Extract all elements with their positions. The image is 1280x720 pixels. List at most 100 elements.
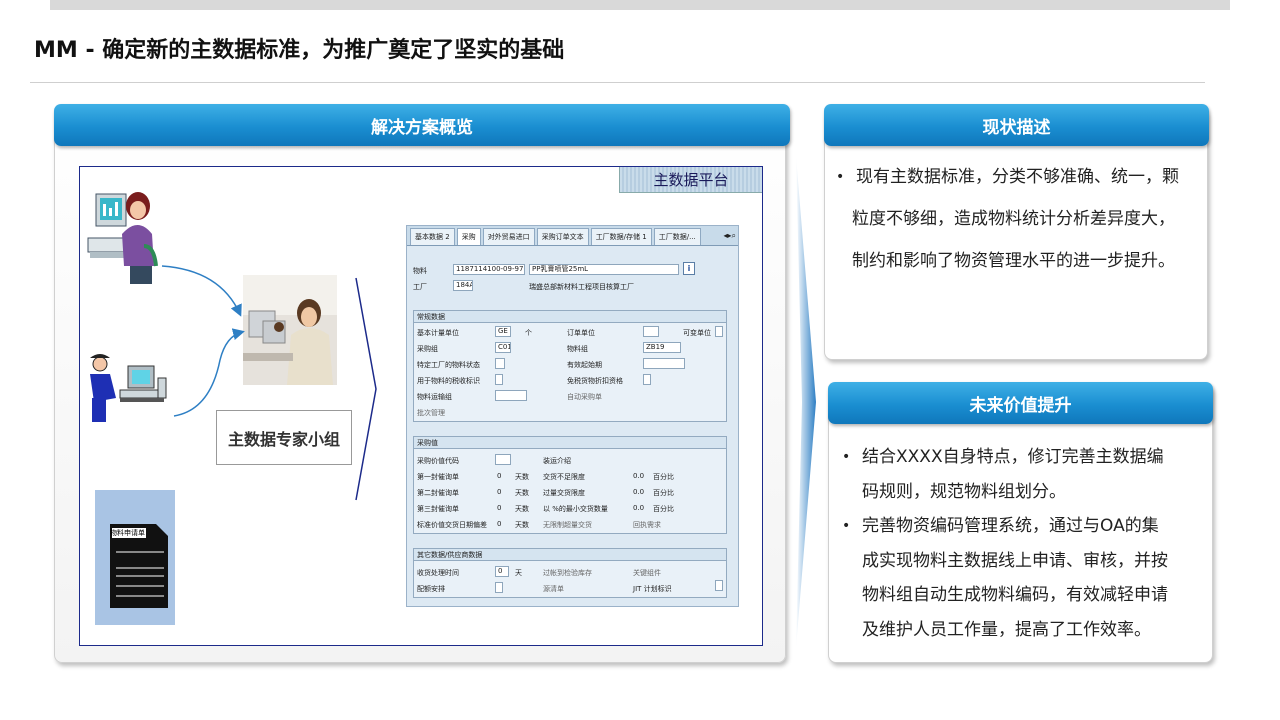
under-tol-value: 0.0 — [633, 472, 645, 480]
min-qty-label: 以 %的最小交货数量 — [543, 505, 608, 513]
office-photo — [243, 275, 337, 385]
form-title: 物料申请单 — [110, 529, 145, 537]
reminder1-label: 第一封催询单 — [417, 473, 459, 481]
value-key-field[interactable] — [495, 454, 511, 465]
mat-group-field[interactable]: ZB19 — [643, 342, 681, 353]
bracket-arrow — [355, 277, 377, 501]
future-b1-line-2: 码规则，规范物料组划分。 — [862, 481, 1066, 502]
info-icon[interactable]: i — [683, 262, 695, 275]
over-tol-unit: 百分比 — [653, 489, 674, 497]
valid-from-label: 有效起始期 — [567, 361, 602, 369]
flow-arrows — [161, 265, 245, 417]
future-bullet-1: • 结合XXXX自身特点，修订完善主数据编 码规则，规范物料组划分。 — [838, 440, 1208, 509]
future-b1-line-1: 结合XXXX自身特点，修订完善主数据编 — [862, 447, 1164, 467]
over-tol-label: 过量交货限度 — [543, 489, 585, 497]
freight-group-field[interactable] — [495, 390, 527, 401]
plant-field[interactable]: 184A — [453, 280, 473, 291]
title-divider — [30, 82, 1205, 83]
reminder2-unit: 天数 — [515, 489, 529, 497]
sap-tab-plant-storage1[interactable]: 工厂数据/存储 1 — [590, 228, 652, 245]
tab-nav-arrows-icon[interactable]: ◂▸⌕ — [723, 231, 736, 241]
status-header: 现状描述 — [824, 104, 1209, 146]
reminder2-label: 第二封催询单 — [417, 489, 459, 497]
page-title: MM - 确定新的主数据标准，为推广奠定了坚实的基础 — [34, 38, 565, 63]
general-data-title: 常规数据 — [414, 311, 726, 323]
reminder2-value: 0 — [497, 488, 502, 496]
unlimited-over-checkbox[interactable]: 无限制超量交货 — [543, 520, 592, 530]
var-unit-label: 可变单位 — [683, 329, 711, 337]
sap-tab-strip: 基本数据 2 采购 对外贸易进口 采购订单文本 工厂数据/存储 1 工厂数据/.… — [407, 226, 738, 246]
post-insp-checkbox[interactable]: 过帐到检验库存 — [543, 568, 592, 578]
gr-time-unit: 天 — [515, 569, 522, 577]
future-bullet-list: • 结合XXXX自身特点，修订完善主数据编 码规则，规范物料组划分。 • 完善物… — [838, 440, 1208, 647]
mat-group-label: 物料组 — [567, 345, 588, 353]
future-b2-line-1: 完善物资编码管理系统，通过与OA的集 — [862, 516, 1159, 536]
under-tol-label: 交货不足限度 — [543, 473, 585, 481]
var-unit-field[interactable] — [715, 326, 723, 337]
future-b2-line-3: 物料组自动生成物料编码，有效减轻申请 — [862, 585, 1168, 605]
batch-mgmt-checkbox[interactable]: 批次管理 — [417, 408, 445, 418]
ack-req-checkbox[interactable]: 回执需求 — [633, 520, 661, 530]
quota-field[interactable] — [495, 582, 503, 593]
status-line-3: 制约和影响了物资管理水平的进一步提升。 — [852, 251, 1175, 271]
base-unit-label: 基本计量单位 — [417, 329, 459, 337]
reminder1-unit: 天数 — [515, 473, 529, 481]
sap-tab-purchasing[interactable]: 采购 — [456, 228, 481, 245]
sap-tab-plant-more[interactable]: 工厂数据/... — [653, 228, 701, 245]
quota-label: 配额安排 — [417, 585, 445, 593]
bullet-icon: • — [836, 169, 845, 185]
status-bullet-list: • 现有主数据标准，分类不够准确、统一，颗 粒度不够细，造成物料统计分析差异度大… — [832, 156, 1200, 282]
sap-tab-po-text[interactable]: 采购订单文本 — [536, 228, 589, 245]
platform-label: 主数据平台 — [619, 167, 762, 193]
source-list-checkbox[interactable]: 源清单 — [543, 584, 564, 594]
bullet-icon: • — [842, 518, 851, 534]
sap-tab-basic2[interactable]: 基本数据 2 — [410, 228, 455, 245]
base-unit-field[interactable]: GE — [495, 326, 511, 337]
status-line-2: 粒度不够细，造成物料统计分析差异度大， — [852, 209, 1175, 229]
tax-exempt-label: 免税货物折扣资格 — [567, 377, 623, 385]
status-line-1: 现有主数据标准，分类不够准确、统一，颗 — [856, 167, 1179, 187]
base-unit-desc: 个 — [525, 329, 532, 337]
plant-status-field[interactable] — [495, 358, 505, 369]
valid-from-field[interactable] — [643, 358, 685, 369]
status-bullet: • 现有主数据标准，分类不够准确、统一，颗 — [832, 156, 1200, 198]
reminder1-value: 0 — [497, 472, 502, 480]
value-key-label: 采购价值代码 — [417, 457, 459, 465]
order-unit-label: 订单单位 — [567, 329, 595, 337]
future-bullet-2: • 完善物资编码管理系统，通过与OA的集 成实现物料主数据线上申请、审核，并按 … — [838, 509, 1208, 647]
jit-label: JIT 计划标识 — [633, 585, 672, 593]
plant-label: 工厂 — [413, 283, 427, 291]
min-qty-unit: 百分比 — [653, 505, 674, 513]
over-tol-value: 0.0 — [633, 488, 645, 496]
material-number-field[interactable]: 1187114100-09-97 — [453, 264, 525, 275]
critical-part-checkbox[interactable]: 关键组件 — [633, 568, 661, 578]
purch-group-label: 采购组 — [417, 345, 438, 353]
gr-time-field[interactable]: 0 — [495, 566, 509, 577]
purchasing-values-title: 采购值 — [414, 437, 726, 449]
auto-po-checkbox[interactable]: 自动采购单 — [567, 392, 602, 402]
reminder3-label: 第三封催询单 — [417, 505, 459, 513]
tax-exempt-field[interactable] — [643, 374, 651, 385]
transition-chevron — [796, 156, 816, 648]
gr-time-label: 收货处理时间 — [417, 569, 459, 577]
order-unit-field[interactable] — [643, 326, 659, 337]
future-b2-line-4: 及维护人员工作量，提高了工作效率。 — [862, 619, 1151, 640]
sap-tab-foreign-trade[interactable]: 对外贸易进口 — [482, 228, 535, 245]
sap-material-screen: 基本数据 2 采购 对外贸易进口 采购订单文本 工厂数据/存储 1 工厂数据/.… — [406, 225, 739, 607]
plant-desc: 瑞盛总部新材料工程项目核算工厂 — [529, 283, 634, 291]
material-label: 物料 — [413, 267, 427, 275]
other-data-title: 其它数据/供应商数据 — [414, 549, 726, 561]
reminder3-value: 0 — [497, 504, 502, 512]
std-dev-value: 0 — [497, 520, 502, 528]
min-qty-value: 0.0 — [633, 504, 645, 512]
tax-ind-field[interactable] — [495, 374, 503, 385]
jit-field[interactable] — [715, 580, 723, 591]
bullet-icon: • — [842, 449, 851, 465]
std-dev-unit: 天数 — [515, 521, 529, 529]
std-dev-label: 标准价值交货日期偏差 — [417, 521, 487, 529]
plant-status-label: 特定工厂的物料状态 — [417, 361, 480, 369]
material-desc-field[interactable]: PP乳膏喷管25mL — [529, 264, 679, 275]
freight-group-label: 物料运输组 — [417, 393, 452, 401]
reminder3-unit: 天数 — [515, 505, 529, 513]
purch-group-field[interactable]: C01 — [495, 342, 511, 353]
